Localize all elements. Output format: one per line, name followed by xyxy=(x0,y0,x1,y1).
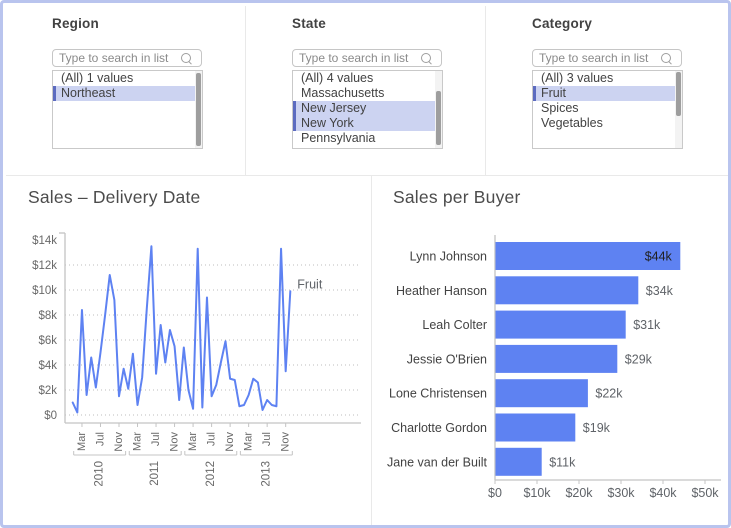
svg-text:Nov: Nov xyxy=(169,432,181,452)
filter-list-category: (All) 3 values Fruit Spices Vegetables xyxy=(532,70,683,149)
svg-text:$19k: $19k xyxy=(583,421,611,435)
svg-text:$4k: $4k xyxy=(38,360,57,372)
svg-text:$6k: $6k xyxy=(38,335,57,347)
svg-text:$29k: $29k xyxy=(625,352,653,366)
list-item-all[interactable]: (All) 1 values xyxy=(53,71,195,86)
filter-panel-region: Region (All) 1 values Northeast xyxy=(6,6,245,175)
bar-chart-panel: Sales per Buyer $0$10k$20k$30k$40k$50kLy… xyxy=(372,176,731,528)
svg-text:Nov: Nov xyxy=(280,432,292,452)
divider-vertical xyxy=(245,6,246,175)
svg-text:2010: 2010 xyxy=(94,461,106,487)
scrollbar-thumb[interactable] xyxy=(196,73,201,147)
line-chart-svg[interactable]: $0 $2k $4k $6k $8k $10k $12k $14k Mar Jul Nov Mar Ju… xyxy=(3,176,371,528)
filter-title-state: State xyxy=(292,16,326,31)
scrollbar[interactable] xyxy=(675,71,682,148)
svg-text:Charlotte Gordon: Charlotte Gordon xyxy=(391,421,487,435)
svg-text:Leah Colter: Leah Colter xyxy=(422,318,487,332)
svg-text:Jessie O'Brien: Jessie O'Brien xyxy=(407,352,487,366)
svg-text:Nov: Nov xyxy=(113,432,125,452)
svg-text:Lone Christensen: Lone Christensen xyxy=(389,387,487,401)
filter-list-region: (All) 1 values Northeast xyxy=(52,70,203,149)
scrollbar-thumb[interactable] xyxy=(676,72,681,117)
svg-text:$11k: $11k xyxy=(549,455,576,469)
svg-text:$31k: $31k xyxy=(633,318,661,332)
search-icon xyxy=(181,53,191,63)
filter-list-state: (All) 4 values Massachusetts New Jersey … xyxy=(292,70,443,149)
svg-text:Nov: Nov xyxy=(224,432,236,452)
search-icon xyxy=(421,53,431,63)
list-item-new-jersey[interactable]: New Jersey xyxy=(293,101,435,116)
svg-text:$50k: $50k xyxy=(691,486,719,500)
svg-text:$8k: $8k xyxy=(38,310,57,322)
scrollbar-thumb[interactable] xyxy=(436,91,441,145)
svg-text:Jul: Jul xyxy=(94,432,106,446)
svg-text:$30k: $30k xyxy=(607,486,635,500)
dashboard: Region (All) 1 values Northeast State (A… xyxy=(0,0,731,528)
filter-title-category: Category xyxy=(532,16,592,31)
filter-panel-category: Category (All) 3 values Fruit Spices Veg… xyxy=(486,6,731,175)
svg-text:2013: 2013 xyxy=(260,461,272,487)
svg-text:Mar: Mar xyxy=(76,432,88,451)
svg-text:$34k: $34k xyxy=(646,284,674,298)
list-item-new-york[interactable]: New York xyxy=(293,116,435,131)
svg-text:$10k: $10k xyxy=(523,486,551,500)
list-item-fruit[interactable]: Fruit xyxy=(533,86,675,101)
svg-text:Lynn Johnson: Lynn Johnson xyxy=(410,250,487,264)
divider-vertical xyxy=(485,6,486,175)
filter-panel-state: State (All) 4 values Massachusetts New J… xyxy=(246,6,485,175)
list-item-northeast[interactable]: Northeast xyxy=(53,86,195,101)
bar-chart-svg[interactable]: $0 $10k $20k $30k $40k $50k Lynn Johnson $44k He… xyxy=(372,176,731,528)
list-item-massachusetts[interactable]: Massachusetts xyxy=(293,86,435,101)
search-box-category[interactable] xyxy=(532,49,682,67)
svg-text:Jul: Jul xyxy=(150,432,162,446)
svg-text:Jane van der Built: Jane van der Built xyxy=(387,455,488,469)
svg-text:2012: 2012 xyxy=(205,461,217,487)
search-input-state[interactable] xyxy=(299,50,417,66)
svg-text:Fruit: Fruit xyxy=(297,277,323,291)
svg-text:$44k: $44k xyxy=(645,250,673,264)
list-item-spices[interactable]: Spices xyxy=(533,101,675,116)
svg-text:Jul: Jul xyxy=(261,432,273,446)
scrollbar[interactable] xyxy=(435,71,442,148)
svg-text:$40k: $40k xyxy=(649,486,677,500)
list-item-pennsylvania[interactable]: Pennsylvania xyxy=(293,131,435,146)
search-icon xyxy=(661,53,671,63)
svg-text:2011: 2011 xyxy=(149,461,161,486)
svg-text:$0: $0 xyxy=(488,486,502,500)
list-item-all[interactable]: (All) 3 values xyxy=(533,71,675,86)
list-item-all[interactable]: (All) 4 values xyxy=(293,71,435,86)
search-box-state[interactable] xyxy=(292,49,442,67)
svg-text:$0: $0 xyxy=(44,410,57,422)
svg-text:$10k: $10k xyxy=(32,285,57,297)
svg-text:$22k: $22k xyxy=(595,387,623,401)
search-input-category[interactable] xyxy=(539,50,657,66)
line-chart-panel: Sales – Delivery Date $0$2k$4k$6k$8k$10k… xyxy=(3,176,371,528)
svg-text:$12k: $12k xyxy=(32,260,57,272)
svg-text:Mar: Mar xyxy=(132,432,144,451)
svg-text:Mar: Mar xyxy=(187,432,199,451)
svg-text:$20k: $20k xyxy=(565,486,593,500)
filter-title-region: Region xyxy=(52,16,99,31)
svg-text:Mar: Mar xyxy=(243,432,255,451)
svg-text:$2k: $2k xyxy=(38,385,57,397)
list-item-vegetables[interactable]: Vegetables xyxy=(533,116,675,131)
search-box-region[interactable] xyxy=(52,49,202,67)
svg-text:Jul: Jul xyxy=(206,432,218,446)
svg-text:Heather Hanson: Heather Hanson xyxy=(396,284,487,298)
svg-text:$14k: $14k xyxy=(32,235,57,247)
scrollbar[interactable] xyxy=(195,71,202,148)
search-input-region[interactable] xyxy=(59,50,177,66)
